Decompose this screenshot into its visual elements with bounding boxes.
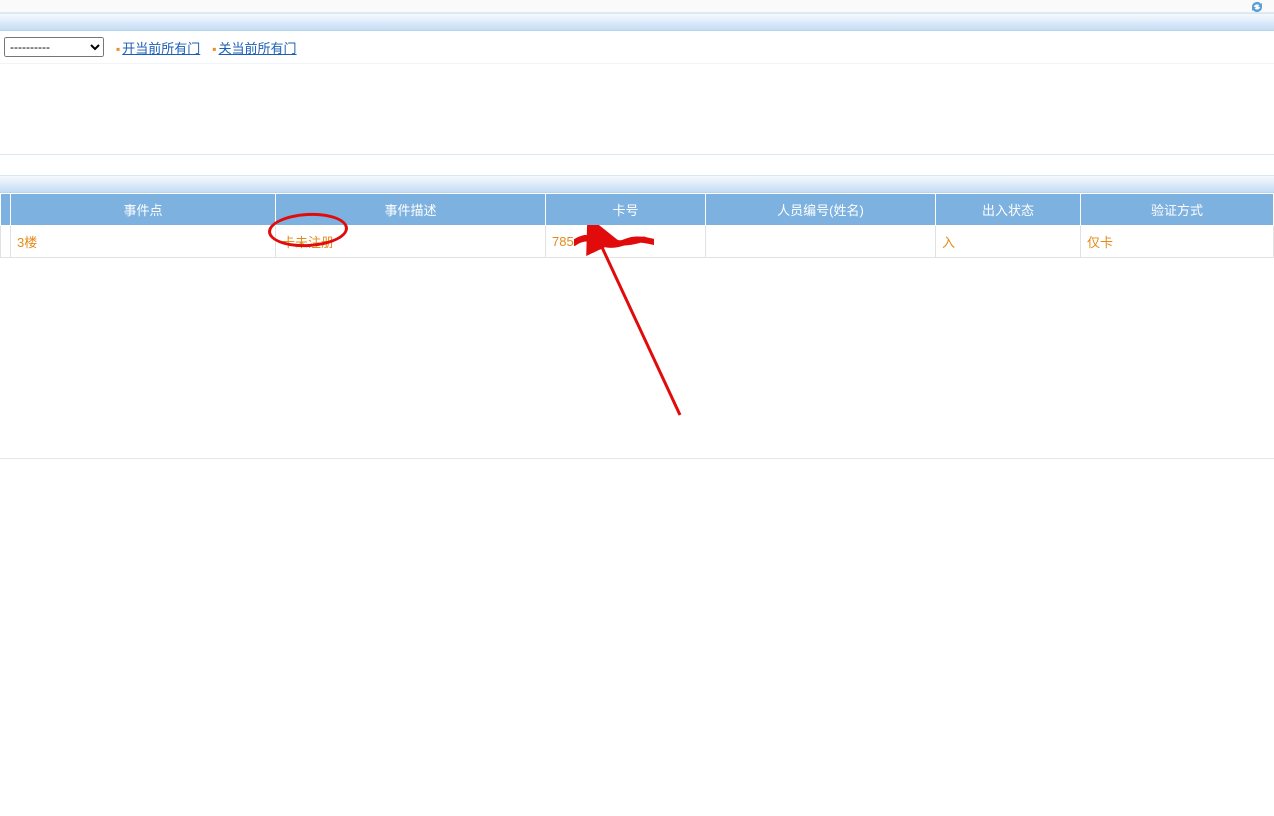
cell-person: [706, 226, 936, 258]
section-header-bar-1: [0, 13, 1274, 31]
col-header-person: 人员编号(姓名): [706, 194, 936, 226]
cell-card-no: 785: [546, 226, 706, 258]
section-header-bar-2: [0, 175, 1274, 193]
area-select[interactable]: ----------: [4, 37, 104, 57]
card-no-redaction-icon: [574, 235, 654, 249]
cell-verify-mode: 仅卡: [1081, 226, 1274, 258]
open-all-doors-link[interactable]: 开当前所有门: [122, 41, 200, 56]
close-all-doors-link[interactable]: 关当前所有门: [219, 41, 297, 56]
col-header-io-state: 出入状态: [936, 194, 1081, 226]
top-strip: [0, 0, 1274, 13]
table-row[interactable]: 3楼 卡未注册 785 入 仅卡: [1, 226, 1274, 258]
bullet-icon: ▪: [116, 42, 120, 56]
col-header-event-desc: 事件描述: [276, 194, 546, 226]
event-table: 事件点 事件描述 卡号 人员编号(姓名) 出入状态 验证方式 3楼 卡未注册 7…: [0, 193, 1274, 258]
open-all-doors-group: ▪开当前所有门: [116, 38, 200, 57]
close-all-doors-group: ▪关当前所有门: [212, 38, 296, 57]
cell-event-desc: 卡未注册: [276, 226, 546, 258]
event-table-section: 事件点 事件描述 卡号 人员编号(姓名) 出入状态 验证方式 3楼 卡未注册 7…: [0, 175, 1274, 459]
section-bottom-border: [0, 458, 1274, 459]
col-header-card-no: 卡号: [546, 194, 706, 226]
cell-check: [1, 226, 11, 258]
card-no-prefix: 785: [552, 234, 574, 249]
cell-io-state: 入: [936, 226, 1081, 258]
col-header-check: [1, 194, 11, 226]
col-header-event-point: 事件点: [11, 194, 276, 226]
cell-event-point: 3楼: [11, 226, 276, 258]
table-header-row: 事件点 事件描述 卡号 人员编号(姓名) 出入状态 验证方式: [1, 194, 1274, 226]
col-header-verify-mode: 验证方式: [1081, 194, 1274, 226]
bullet-icon: ▪: [212, 42, 216, 56]
toolbar-row: ---------- ▪开当前所有门 ▪关当前所有门: [0, 31, 1274, 64]
toolbar-section: ---------- ▪开当前所有门 ▪关当前所有门: [0, 13, 1274, 155]
refresh-icon[interactable]: [1250, 1, 1264, 16]
